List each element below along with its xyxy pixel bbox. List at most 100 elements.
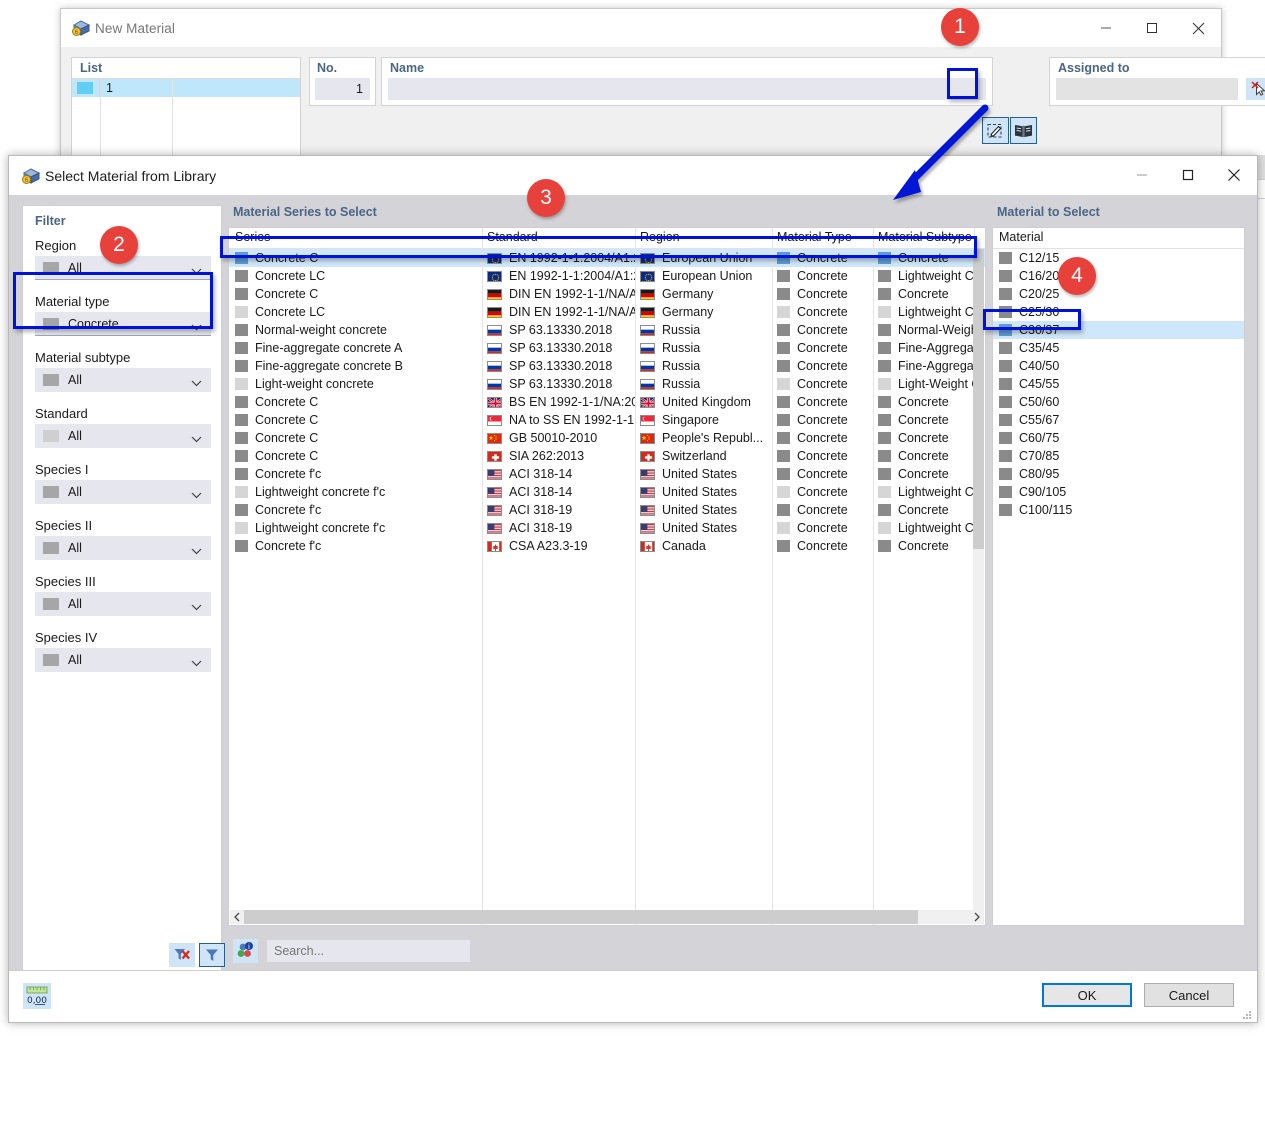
minimize-icon[interactable] — [1083, 9, 1129, 47]
cell-material-type: Concrete — [777, 357, 873, 375]
highlight-selected-material — [983, 309, 1081, 330]
standard-dropdown[interactable]: All — [35, 424, 211, 448]
species-3-dropdown[interactable]: All — [35, 592, 211, 616]
units-0-00-icon[interactable]: 0,00 — [23, 983, 51, 1009]
search-input[interactable] — [267, 939, 470, 962]
list-item[interactable]: C12/15 — [993, 249, 1244, 267]
scrollbar-thumb[interactable] — [973, 249, 984, 549]
table-row[interactable]: Concrete LC DIN EN 1992-1-1/NA/A... German… — [229, 303, 985, 321]
table-row[interactable]: Concrete C DIN EN 1992-1-1/NA/A... Germany… — [229, 285, 985, 303]
list-item[interactable]: C40/50 — [993, 357, 1244, 375]
flag-ru-icon — [640, 360, 655, 372]
maximize-icon[interactable] — [1165, 156, 1211, 194]
table-row[interactable]: Concrete f'c ACI 318-14 United States Concr… — [229, 465, 985, 483]
table-row[interactable]: Concrete LC EN 1992-1-1:2004/A1:2... Europ… — [229, 267, 985, 285]
species-1-dropdown[interactable]: All — [35, 480, 211, 504]
cell-material-subtype: Concrete — [878, 537, 974, 555]
table-row[interactable]: Normal-weight concrete SP 63.13330.2018 Ru… — [229, 321, 985, 339]
chevron-left-icon[interactable] — [230, 910, 244, 924]
maximize-icon[interactable] — [1129, 9, 1175, 47]
cell-region-text: Russia — [662, 323, 701, 337]
list-item[interactable]: C60/75 — [993, 429, 1244, 447]
cell-standard: DIN EN 1992-1-1/NA/A... — [487, 303, 635, 321]
swatch-icon — [43, 654, 59, 666]
cell-material-subtype: Concrete — [878, 501, 974, 519]
swatch-icon — [878, 306, 891, 318]
material-subtype-value: All — [68, 373, 82, 387]
table-row[interactable]: Concrete f'c ACI 318-19 United States Concr… — [229, 501, 985, 519]
table-row[interactable]: Concrete f'c CSA A23.3-19 Canada Concrete Co… — [229, 537, 985, 555]
table-row[interactable]: Concrete C SIA 262:2013 Switzerland Concret… — [229, 447, 985, 465]
list-item[interactable]: C100/115 — [993, 501, 1244, 519]
minimize-icon[interactable] — [1119, 156, 1165, 194]
cell-material-subtype: Concrete — [878, 465, 974, 483]
cell-region-text: United States — [662, 485, 738, 499]
list-item[interactable]: C55/67 — [993, 411, 1244, 429]
resize-grip[interactable] — [1242, 1008, 1252, 1019]
species-4-dropdown[interactable]: All — [35, 648, 211, 672]
table-row[interactable]: Concrete C NA to SS EN 1992-1-1:... Singap… — [229, 411, 985, 429]
material-cube-icon: 6 — [22, 167, 41, 185]
swatch-icon — [999, 450, 1012, 462]
open-book-icon[interactable] — [1010, 117, 1037, 144]
material-list-grid[interactable]: List 1 — [71, 57, 301, 159]
cell-region-text: United States — [662, 521, 738, 535]
cell-series: Concrete LC — [235, 267, 480, 285]
name-input[interactable] — [388, 78, 986, 100]
ok-button[interactable]: OK — [1042, 983, 1132, 1007]
list-item[interactable]: C20/25 — [993, 285, 1244, 303]
pick-cursor-icon[interactable] — [1246, 78, 1265, 100]
cell-material-subtype: Concrete — [878, 447, 974, 465]
no-value[interactable]: 1 — [315, 78, 370, 100]
close-icon[interactable] — [1211, 156, 1257, 194]
flag-eu-icon — [487, 270, 502, 282]
material-grid[interactable]: Material C12/15 C16/20 C20/25 C25/30 C30/37 C… — [992, 227, 1245, 926]
table-row[interactable]: Concrete C BS EN 1992-1-1/NA:20... United … — [229, 393, 985, 411]
table-row[interactable]: Fine-aggregate concrete A SP 63.13330.201… — [229, 339, 985, 357]
column-header-material[interactable]: Material — [999, 230, 1043, 244]
species-2-dropdown[interactable]: All — [35, 536, 211, 560]
scrollbar-thumb[interactable] — [244, 910, 918, 924]
cell-standard: GB 50010-2010 — [487, 429, 635, 447]
table-row[interactable]: Fine-aggregate concrete B SP 63.13330.201… — [229, 357, 985, 375]
list-item[interactable]: C45/55 — [993, 375, 1244, 393]
cell-material-type-text: Concrete — [797, 287, 848, 301]
table-row[interactable]: Concrete C GB 50010-2010 People's Republ..… — [229, 429, 985, 447]
list-item[interactable]: C50/60 — [993, 393, 1244, 411]
cell-material-subtype: Concrete — [878, 393, 974, 411]
swatch-icon — [999, 378, 1012, 390]
material-subtype-dropdown[interactable]: All — [35, 368, 211, 392]
table-row[interactable]: Lightweight concrete f'c ACI 318-19 United… — [229, 519, 985, 537]
list-item[interactable]: C16/20 — [993, 267, 1244, 285]
cell-series: Concrete f'c — [235, 537, 480, 555]
material-series-grid[interactable]: Series Standard Region Material Type Mat… — [228, 227, 986, 926]
swatch-icon — [777, 522, 790, 534]
list-item[interactable]: C80/95 — [993, 465, 1244, 483]
cell-series-text: Concrete f'c — [255, 539, 322, 553]
list-item[interactable]: C90/105 — [993, 483, 1244, 501]
cell-standard: SP 63.13330.2018 — [487, 375, 635, 393]
chevron-right-icon[interactable] — [970, 910, 984, 924]
list-item[interactable]: C70/85 — [993, 447, 1244, 465]
assigned-to-value[interactable] — [1056, 78, 1238, 100]
cancel-button[interactable]: Cancel — [1144, 983, 1234, 1007]
funnel-icon[interactable] — [199, 943, 225, 967]
swatch-icon — [777, 360, 790, 372]
swatch-icon — [777, 486, 790, 498]
series-vertical-scrollbar[interactable] — [973, 249, 984, 911]
table-row[interactable]: Lightweight concrete f'c ACI 318-14 United… — [229, 483, 985, 501]
filter-info-icon[interactable]: i — [233, 938, 258, 963]
series-horizontal-scrollbar[interactable] — [230, 910, 984, 924]
cell-series: Lightweight concrete f'c — [235, 483, 480, 501]
cell-material-subtype: Concrete — [878, 285, 974, 303]
cell-material-type: Concrete — [777, 411, 873, 429]
list-item[interactable]: 1 — [72, 79, 300, 97]
list-item[interactable]: C35/45 — [993, 339, 1244, 357]
swatch-icon — [999, 342, 1012, 354]
table-row[interactable]: Light-weight concrete SP 63.13330.2018 Rus… — [229, 375, 985, 393]
cell-material-subtype: Lightweight Con — [878, 303, 974, 321]
cell-material-type: Concrete — [777, 447, 873, 465]
funnel-delete-icon[interactable] — [169, 943, 195, 967]
svg-text:6: 6 — [75, 29, 79, 36]
close-icon[interactable] — [1175, 9, 1221, 47]
